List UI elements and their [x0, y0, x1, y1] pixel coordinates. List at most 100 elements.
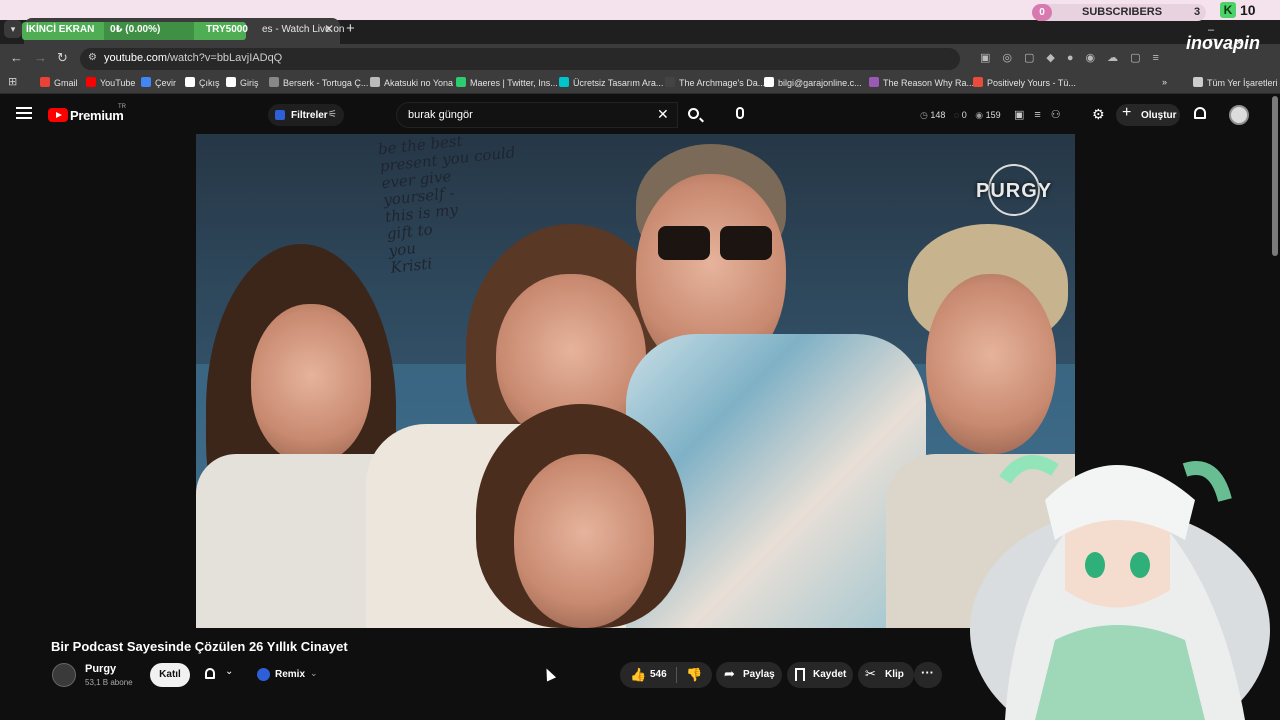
donation-goal-text: TRY5000 — [206, 24, 248, 35]
search-icon[interactable] — [688, 108, 699, 119]
sunglasses-lens — [720, 226, 772, 260]
back-icon[interactable]: ← — [10, 50, 23, 65]
bookmark-favicon-icon — [869, 77, 879, 87]
bookmark-label: Tüm Yer İşaretleri — [1207, 78, 1278, 88]
channel-subscriber-count: 53,1 B abone — [85, 678, 133, 687]
youtube-brand[interactable]: Premium — [70, 108, 124, 123]
bookmark-label: Akatsuki no Yona — [384, 78, 454, 88]
bookmark-item[interactable]: Giriş — [226, 77, 259, 88]
bookmark-item[interactable]: Berserk - Tortuga Ç... — [269, 77, 368, 88]
bookmark-favicon-icon — [40, 77, 50, 87]
stream-progress-segment: 0₺ (0.00%) — [104, 22, 194, 40]
bookmark-item[interactable]: Maeres | Twitter, Ins... — [456, 77, 558, 88]
bookmark-item[interactable]: Tüm Yer İşaretleri — [1193, 77, 1278, 88]
bookmark-item[interactable]: bilgi@garajonline.c... — [764, 77, 862, 88]
stat-b: 0 — [961, 110, 967, 120]
channel-avatar[interactable] — [52, 663, 76, 687]
channel-name[interactable]: Purgy — [85, 663, 116, 675]
bookmark-favicon-icon — [269, 77, 279, 87]
bookmark-favicon-icon — [141, 77, 151, 87]
bookmark-favicon-icon — [185, 77, 195, 87]
tab-search-icon[interactable]: ▾ — [4, 20, 22, 38]
bookmark-label: bilgi@garajonline.c... — [778, 78, 862, 88]
more-horizontal-icon: ··· — [921, 665, 934, 680]
apps-grid-icon[interactable]: ⊞ — [8, 75, 17, 88]
bookmark-label: Maeres | Twitter, Ins... — [470, 78, 558, 88]
stat-c: 159 — [985, 110, 1001, 120]
bookmark-favicon-icon — [973, 77, 983, 87]
video-player[interactable]: be the best present you could ever give … — [196, 134, 1075, 628]
extension-icons[interactable]: ▣◎▢◆●◉☁▢≡ — [980, 51, 1171, 64]
microphone-icon[interactable] — [736, 107, 744, 119]
bookmark-label: Çevir — [155, 78, 177, 88]
chevron-down-icon: ⌄ — [225, 666, 234, 677]
bookmark-label: The Archmage's Da... — [679, 78, 766, 88]
bookmark-favicon-icon — [559, 77, 569, 87]
bookmark-label: Giriş — [240, 78, 259, 88]
kick-icon: K — [1220, 2, 1236, 18]
clear-search-icon[interactable]: ✕ — [657, 106, 669, 123]
reload-icon[interactable]: ↻ — [57, 50, 68, 66]
bookmark-item[interactable]: Çevir — [141, 77, 176, 88]
bookmark-favicon-icon — [86, 77, 96, 87]
new-tab-icon[interactable]: + — [346, 20, 355, 37]
bookmark-item[interactable]: YouTube — [86, 77, 135, 88]
screen-label: İKİNCİ EKRAN — [26, 24, 95, 35]
inovapin-logo: inovapin — [1186, 33, 1261, 53]
handwritten-note: be the best present you could ever give … — [377, 134, 527, 277]
search-query[interactable]: burak güngör — [408, 109, 473, 121]
filters-label: Filtreler — [291, 110, 328, 121]
youtube-logo-icon[interactable] — [48, 108, 68, 122]
bookmark-label: Positively Yours - Tü... — [987, 78, 1076, 88]
bookmark-favicon-icon — [456, 77, 466, 87]
bookmark-item[interactable]: Çıkış — [185, 77, 220, 88]
person-face — [514, 454, 654, 628]
share-label: Paylaş — [743, 669, 775, 680]
thumbs-up-icon[interactable]: 👍 — [630, 667, 646, 683]
user-avatar[interactable] — [1229, 105, 1249, 125]
site-info-icon[interactable]: ⚙ — [88, 52, 97, 63]
remix-icon — [257, 668, 270, 681]
create-label: Oluştur — [1141, 110, 1177, 121]
bookmark-favicon-icon — [665, 77, 675, 87]
bookmark-item[interactable]: The Reason Why Ra... — [869, 77, 974, 88]
chevron-down-icon: ⌄ — [310, 668, 318, 678]
save-label: Kaydet — [813, 669, 847, 680]
person-face — [926, 274, 1056, 454]
bookmark-label: YouTube — [100, 78, 136, 88]
bookmark-favicon-icon — [1193, 77, 1203, 87]
video-title: Bir Podcast Sayesinde Çözülen 26 Yıllık … — [51, 639, 348, 654]
url-text[interactable]: youtube.com/watch?v=bbLavjIADqQ — [104, 52, 282, 64]
channel-watermark: PURGY — [976, 180, 1053, 202]
bookmark-label: Ücretsiz Tasarım Ara... — [573, 78, 664, 88]
tab-close-icon[interactable]: ✕ — [324, 22, 334, 36]
bookmark-label: Gmail — [54, 78, 78, 88]
bookmark-item[interactable]: Ücretsiz Tasarım Ara... — [559, 77, 663, 88]
like-divider — [676, 667, 677, 683]
thumbs-down-icon[interactable]: 👎 — [686, 667, 702, 683]
donation-progress-text: 0₺ (0.00%) — [110, 24, 161, 35]
page-scrollbar[interactable] — [1272, 96, 1278, 256]
notifications-bell-icon[interactable] — [1194, 107, 1206, 119]
join-button[interactable]: Katıl — [150, 663, 190, 687]
settings-gear-icon[interactable]: ⚙ — [1092, 106, 1105, 123]
bookmark-item[interactable]: The Archmage's Da... — [665, 77, 765, 88]
clip-label: Klip — [885, 669, 904, 680]
bookmark-item[interactable]: Akatsuki no Yona — [370, 77, 453, 88]
more-bookmarks-icon[interactable]: » — [1162, 77, 1167, 87]
subscriber-counter-label: SUBSCRIBERS — [1082, 6, 1163, 18]
bookmark-favicon-icon — [370, 77, 380, 87]
bookmark-label: Berserk - Tortuga Ç... — [283, 78, 369, 88]
plus-icon: + — [1122, 104, 1132, 121]
header-extension-icons[interactable]: ▣≡⚇ — [1014, 108, 1071, 121]
like-count[interactable]: 546 — [650, 669, 667, 680]
vtuber-avatar-overlay — [970, 455, 1270, 720]
extension-logo-icon — [275, 110, 285, 120]
share-icon: ➦ — [724, 666, 735, 681]
remix-label: Remix — [275, 669, 306, 680]
bookmark-item[interactable]: Gmail — [40, 77, 78, 88]
hamburger-menu-icon[interactable] — [16, 107, 32, 119]
subscriber-counter-value: 3 — [1194, 6, 1201, 18]
forward-icon[interactable]: → — [34, 50, 47, 65]
bookmark-item[interactable]: Positively Yours - Tü... — [973, 77, 1076, 88]
